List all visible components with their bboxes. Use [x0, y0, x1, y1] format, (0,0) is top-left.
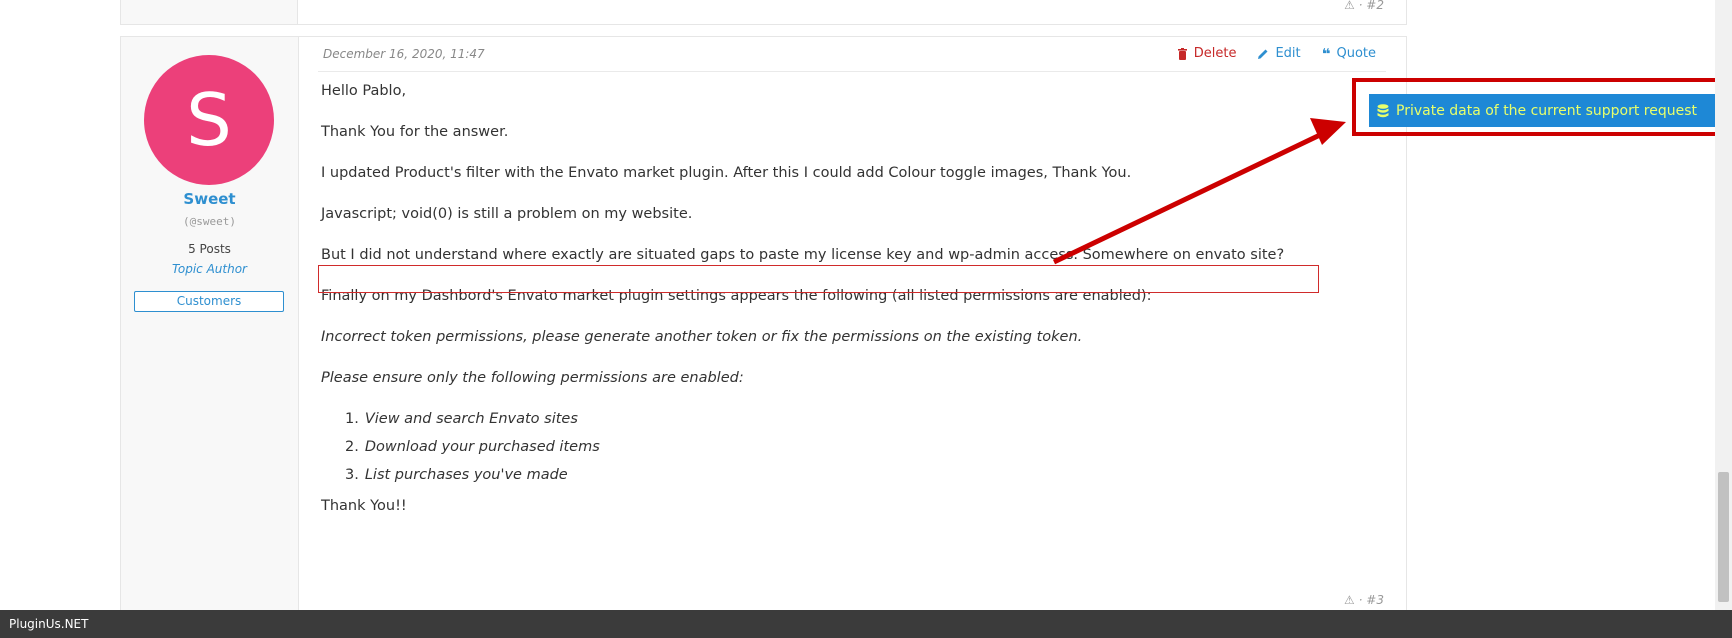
previous-post: ⚠ · #2 [120, 0, 1407, 25]
bottom-bar: PluginUs.NET [0, 610, 1732, 638]
author-role: Topic Author [172, 262, 247, 276]
highlight-box [318, 265, 1319, 293]
post-footer: ⚠ · #3 [1344, 593, 1384, 607]
quote-label: Quote [1336, 46, 1376, 61]
previous-post-meta: ⚠ · #2 [1344, 0, 1384, 12]
header-divider [318, 71, 1386, 72]
edit-label: Edit [1275, 46, 1301, 61]
list-number: 3. [345, 467, 359, 483]
paragraph: Javascript; void(0) is still a problem o… [321, 206, 693, 222]
list-number: 1. [345, 411, 359, 427]
quote-icon: ❝ [1321, 44, 1331, 63]
post-actions: Delete Edit ❝ Quote [1177, 46, 1376, 61]
author-column: S Sweet (@sweet) 5 Posts Topic Author Cu… [121, 37, 299, 617]
previous-post-author-column [121, 0, 298, 24]
paragraph: I updated Product's filter with the Enva… [321, 165, 1132, 181]
author-post-count: 5 Posts [188, 242, 231, 256]
edit-button[interactable]: Edit [1257, 46, 1301, 61]
list-item: 3. List purchases you've made [345, 467, 568, 483]
scrollbar-thumb[interactable] [1718, 472, 1729, 602]
scrollbar[interactable] [1715, 0, 1732, 610]
private-data-button[interactable]: Private data of the current support requ… [1369, 94, 1715, 127]
author-group-badge: Customers [134, 291, 284, 312]
delete-label: Delete [1193, 46, 1237, 61]
trash-icon [1177, 47, 1187, 60]
paragraph: Incorrect token permissions, please gene… [321, 329, 1083, 345]
warning-icon[interactable]: ⚠ [1344, 593, 1355, 607]
private-data-label: Private data of the current support requ… [1396, 102, 1697, 119]
paragraph: Thank You for the answer. [321, 124, 509, 140]
paragraph: But I did not understand where exactly a… [321, 247, 1285, 263]
site-name: PluginUs.NET [9, 617, 89, 631]
list-item: 1. View and search Envato sites [345, 411, 578, 427]
list-item: 2. Download your purchased items [345, 439, 600, 455]
previous-post-number: · #2 [1358, 0, 1384, 12]
forum-post: S Sweet (@sweet) 5 Posts Topic Author Cu… [120, 36, 1407, 618]
post-header: December 16, 2020, 11:47 Delete Edit ❝ Q… [298, 37, 1406, 71]
list-text: Download your purchased items [364, 439, 600, 455]
list-text: View and search Envato sites [364, 411, 578, 427]
paragraph: Please ensure only the following permiss… [321, 370, 744, 386]
paragraph: Hello Pablo, [321, 83, 407, 99]
database-icon [1377, 103, 1389, 117]
list-number: 2. [345, 439, 359, 455]
author-name[interactable]: Sweet [121, 190, 298, 208]
post-number: · #3 [1358, 593, 1384, 607]
quote-button[interactable]: ❝ Quote [1322, 46, 1376, 61]
paragraph: Thank You!! [321, 498, 407, 514]
post-date: December 16, 2020, 11:47 [323, 47, 485, 61]
list-text: List purchases you've made [364, 467, 568, 483]
pencil-icon [1258, 49, 1268, 59]
author-handle: (@sweet) [183, 215, 236, 228]
delete-button[interactable]: Delete [1177, 46, 1237, 61]
avatar[interactable]: S [144, 55, 274, 185]
warning-icon[interactable]: ⚠ [1344, 0, 1355, 12]
